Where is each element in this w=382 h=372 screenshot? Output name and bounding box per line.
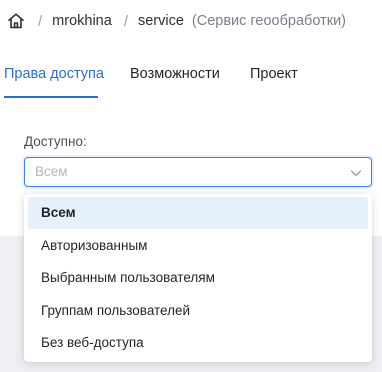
breadcrumb-separator: / [38, 12, 43, 30]
option-selected-users[interactable]: Выбранным пользователям [28, 262, 368, 294]
tab-project[interactable]: Проект [250, 66, 298, 82]
page: / mrokhina / service (Сервис геообработк… [0, 0, 382, 372]
access-dropdown-menu: Всем Авторизованным Выбранным пользовате… [24, 194, 372, 362]
option-user-groups[interactable]: Группам пользователей [28, 295, 368, 327]
tab-capabilities[interactable]: Возможности [130, 66, 220, 82]
option-authorized[interactable]: Авторизованным [28, 230, 368, 262]
access-select-placeholder: Всем [35, 164, 68, 179]
breadcrumb: / mrokhina / service (Сервис геообработк… [6, 8, 346, 34]
breadcrumb-description: (Сервис геообработки) [191, 13, 346, 29]
chevron-down-icon[interactable] [349, 166, 363, 180]
breadcrumb-item-user[interactable]: mrokhina [52, 13, 112, 29]
active-tab-indicator [4, 96, 98, 98]
option-no-web-access[interactable]: Без веб-доступа [28, 327, 368, 359]
home-icon[interactable] [6, 11, 26, 31]
tab-bar: Права доступа Возможности Проект [0, 56, 382, 100]
access-label: Доступно: [24, 134, 87, 149]
access-select[interactable]: Всем [24, 157, 372, 187]
breadcrumb-item-service[interactable]: service [138, 13, 184, 29]
breadcrumb-separator: / [123, 12, 128, 30]
option-everyone[interactable]: Всем [28, 197, 368, 229]
tab-access-rights[interactable]: Права доступа [4, 66, 104, 82]
